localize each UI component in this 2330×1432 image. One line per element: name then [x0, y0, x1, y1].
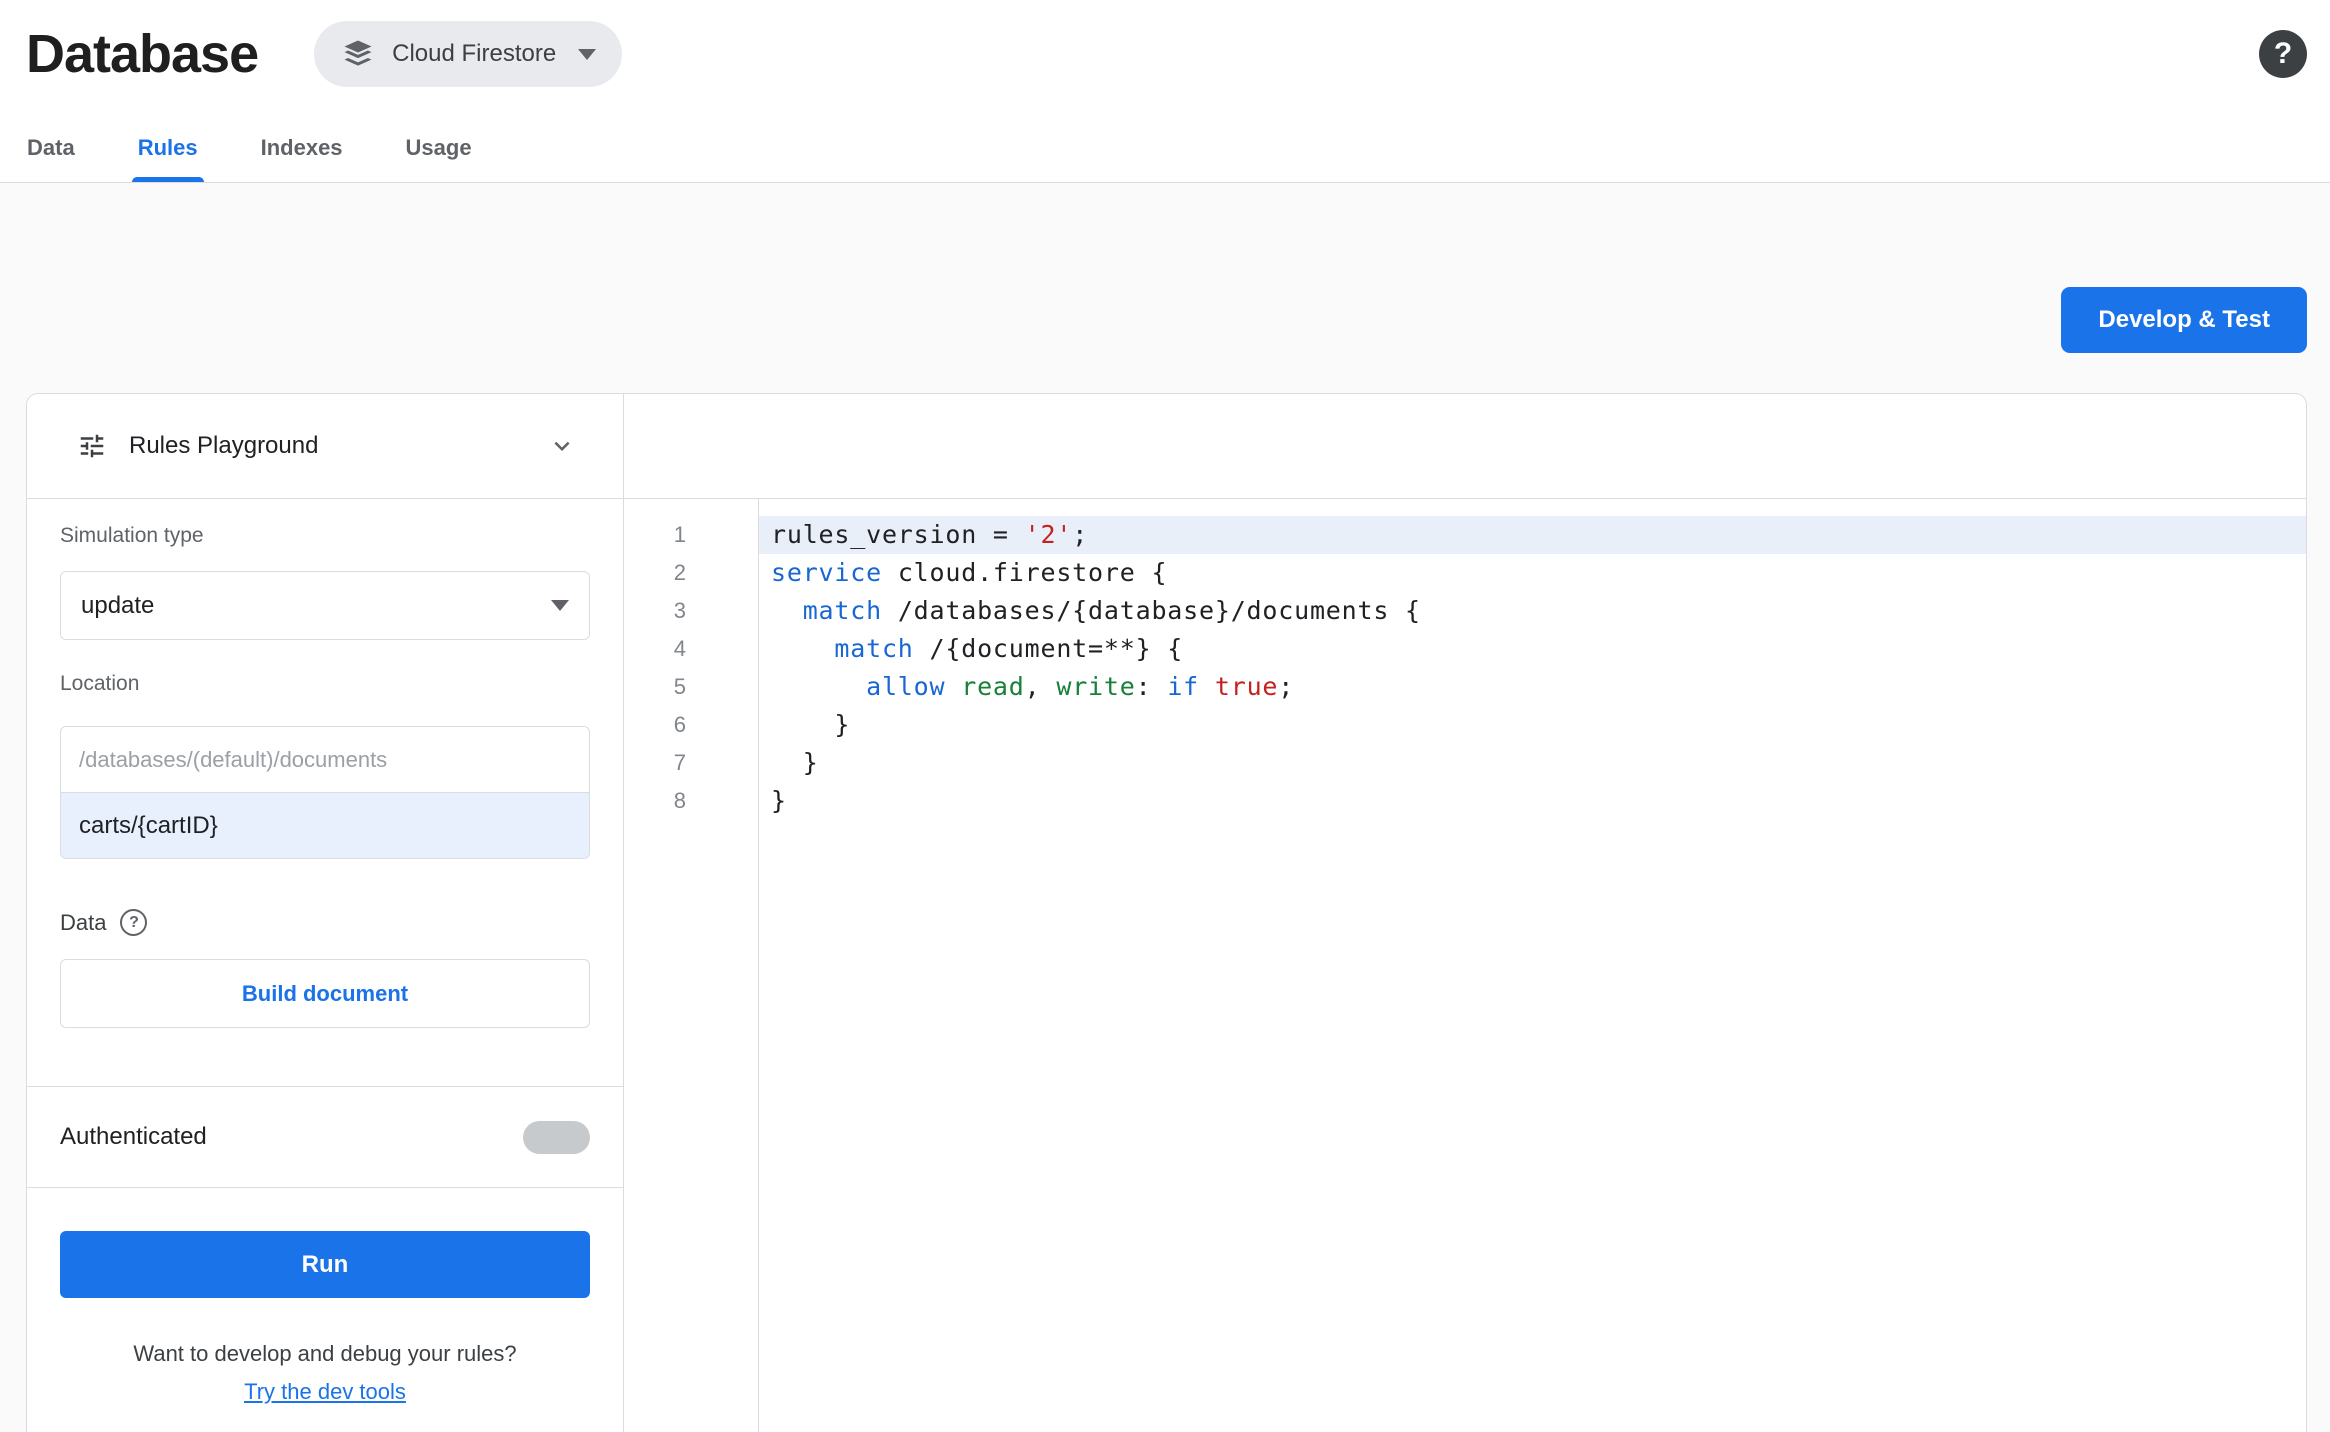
location-field: /databases/(default)/documents carts/{ca…: [60, 726, 590, 859]
code-line[interactable]: }: [759, 782, 2306, 820]
main-content: Develop & Test Rules Playground Simulati…: [0, 287, 2330, 1432]
collapse-chevron-icon[interactable]: [547, 431, 577, 461]
code-line[interactable]: match /{document=**} {: [759, 630, 2306, 668]
code-token: }: [771, 786, 787, 815]
editor-gutter: 1 2 3 4 5 6 7 8: [624, 499, 759, 1432]
line-number: 8: [673, 788, 686, 813]
line-number: 4: [673, 636, 686, 661]
code-token: service: [771, 558, 882, 587]
code-line[interactable]: allow read, write: if true;: [759, 668, 2306, 706]
tab-indexes[interactable]: Indexes: [261, 114, 343, 182]
simulation-type-value: update: [81, 591, 155, 619]
data-help-icon[interactable]: ?: [120, 909, 148, 936]
code-line[interactable]: rules_version = '2';: [759, 516, 2306, 554]
code-token: rules_version =: [771, 520, 1025, 549]
rules-playground-title: Rules Playground: [129, 432, 319, 459]
code-line[interactable]: match /databases/{database}/documents {: [759, 592, 2306, 630]
product-selector-label: Cloud Firestore: [392, 40, 557, 67]
tab-label: Indexes: [260, 135, 343, 160]
dev-tools-question: Want to develop and debug your rules?: [133, 1341, 517, 1366]
code-token: }: [771, 748, 819, 777]
rules-playground-panel: Simulation type update Location /databas…: [27, 499, 624, 1432]
authenticated-row: Authenticated: [60, 1087, 590, 1187]
line-number: 5: [673, 674, 686, 699]
page-header: Database Cloud Firestore ? Data Rules Inde…: [0, 0, 2330, 183]
line-number: 6: [673, 712, 686, 737]
code-token: allow: [866, 672, 946, 701]
help-icon[interactable]: ?: [2259, 30, 2307, 78]
firestore-icon: [340, 36, 376, 72]
code-token: if: [1167, 672, 1200, 701]
code-token: write: [1056, 672, 1136, 701]
line-number: 2: [673, 560, 686, 585]
tab-label: Usage: [405, 135, 472, 160]
header-top: Database Cloud Firestore ?: [0, 0, 2330, 100]
tune-icon: [77, 431, 107, 461]
code-token: cloud.firestore {: [881, 558, 1168, 587]
editor-header: [624, 394, 2306, 498]
develop-and-test-button[interactable]: Develop & Test: [2061, 287, 2307, 353]
tab-label: Rules: [137, 135, 198, 160]
data-label: Data: [60, 909, 107, 935]
code-token: }: [771, 710, 851, 739]
tab-usage[interactable]: Usage: [406, 114, 472, 182]
code-token: /{document=**} {: [913, 634, 1184, 663]
product-selector[interactable]: Cloud Firestore: [314, 21, 623, 87]
authenticated-toggle[interactable]: [523, 1120, 590, 1154]
tab-data[interactable]: Data: [27, 114, 75, 182]
run-button[interactable]: Run: [60, 1231, 590, 1298]
authenticated-label: Authenticated: [60, 1123, 207, 1150]
chevron-down-icon: [578, 48, 597, 60]
card-header: Rules Playground: [27, 394, 2306, 499]
location-label: Location: [60, 672, 140, 695]
code-token: '2': [1024, 520, 1073, 549]
rules-card: Rules Playground Simulation type update …: [26, 393, 2307, 1432]
active-tab-underline: [131, 177, 204, 182]
chevron-down-icon: [551, 600, 569, 611]
develop-row: Develop & Test: [26, 287, 2307, 353]
code-token: true: [1214, 672, 1279, 701]
dev-tools-link[interactable]: Try the dev tools: [27, 1379, 623, 1405]
tabs: Data Rules Indexes Usage: [0, 100, 2330, 183]
code-token: read: [961, 672, 1025, 701]
card-body: Simulation type update Location /databas…: [27, 499, 2306, 1432]
simulation-type-label: Simulation type: [60, 524, 204, 547]
tab-rules[interactable]: Rules: [131, 114, 204, 182]
line-number: 3: [673, 598, 686, 623]
simulation-type-select[interactable]: update: [60, 571, 590, 640]
location-prefix: /databases/(default)/documents: [61, 727, 589, 793]
code-token: ;: [1072, 520, 1089, 549]
rules-playground-header: Rules Playground: [27, 394, 624, 498]
data-row: Data ?: [60, 909, 590, 936]
editor-code[interactable]: rules_version = '2'; service cloud.firest…: [759, 499, 2306, 1432]
page-title: Database: [26, 24, 259, 84]
code-token: ;: [1278, 672, 1295, 701]
code-token: :: [1135, 672, 1168, 701]
line-number: 7: [673, 750, 686, 775]
line-number: 1: [673, 522, 686, 547]
build-document-button[interactable]: Build document: [60, 959, 590, 1028]
code-line[interactable]: service cloud.firestore {: [759, 554, 2306, 592]
code-token: /databases/{database}/documents {: [881, 596, 1421, 625]
code-line[interactable]: }: [759, 744, 2306, 782]
tab-label: Data: [27, 135, 75, 160]
code-line[interactable]: }: [759, 706, 2306, 744]
divider: [27, 1187, 623, 1188]
code-token: match: [802, 596, 882, 625]
code-token: ,: [1024, 672, 1057, 701]
location-input[interactable]: carts/{cartID}: [61, 793, 589, 858]
rules-code-editor: 12345678 rules_version = '2'; service clo…: [624, 499, 2306, 1432]
code-token: match: [834, 634, 914, 663]
